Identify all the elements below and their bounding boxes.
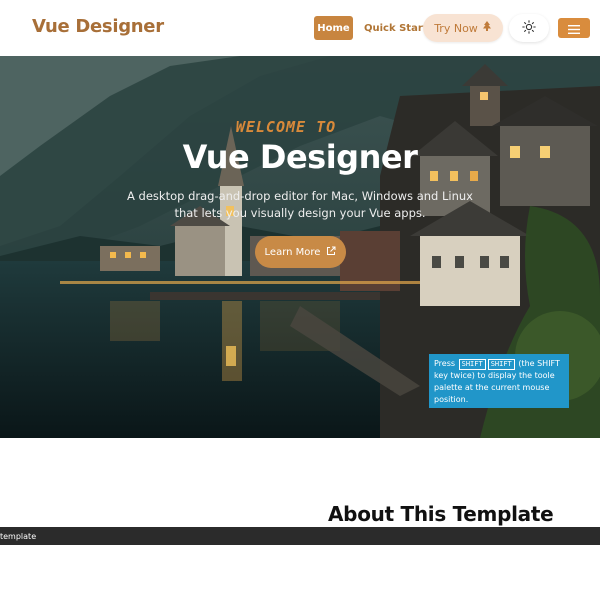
- hero-welcome-text: WELCOME TO: [235, 118, 337, 136]
- hero-section: WELCOME TO Vue Designer A desktop drag-a…: [0, 56, 600, 438]
- hero-subtitle: A desktop drag-and-drop editor for Mac, …: [127, 189, 473, 220]
- brand-logo[interactable]: Vue Designer: [32, 16, 164, 37]
- tree-icon: [482, 21, 492, 35]
- top-header: Vue Designer Home Quick Start Try Now: [0, 0, 600, 56]
- sun-icon: [522, 19, 536, 38]
- try-now-button[interactable]: Try Now: [423, 14, 503, 42]
- external-link-icon: [326, 246, 336, 259]
- nav-home-button[interactable]: Home: [314, 16, 353, 40]
- menu-button[interactable]: [558, 18, 590, 38]
- shortcut-tooltip: Press SHIFT SHIFT (the SHIFT key twice) t…: [429, 354, 569, 408]
- hero-title: Vue Designer: [182, 138, 418, 176]
- shift-key-badge-2: SHIFT: [487, 359, 515, 370]
- hamburger-icon: [568, 19, 580, 38]
- learn-more-label: Learn More: [264, 246, 321, 258]
- learn-more-button[interactable]: Learn More: [255, 236, 346, 268]
- nav-quick-start-link[interactable]: Quick Start: [364, 16, 428, 40]
- shift-key-badge: SHIFT: [458, 359, 486, 370]
- theme-toggle-button[interactable]: [509, 14, 549, 42]
- about-section-title: About This Template: [328, 502, 554, 526]
- status-bar: template: [0, 527, 600, 545]
- try-now-label: Try Now: [434, 21, 478, 35]
- status-bar-text: template: [0, 531, 37, 541]
- tooltip-prefix: Press: [434, 359, 456, 368]
